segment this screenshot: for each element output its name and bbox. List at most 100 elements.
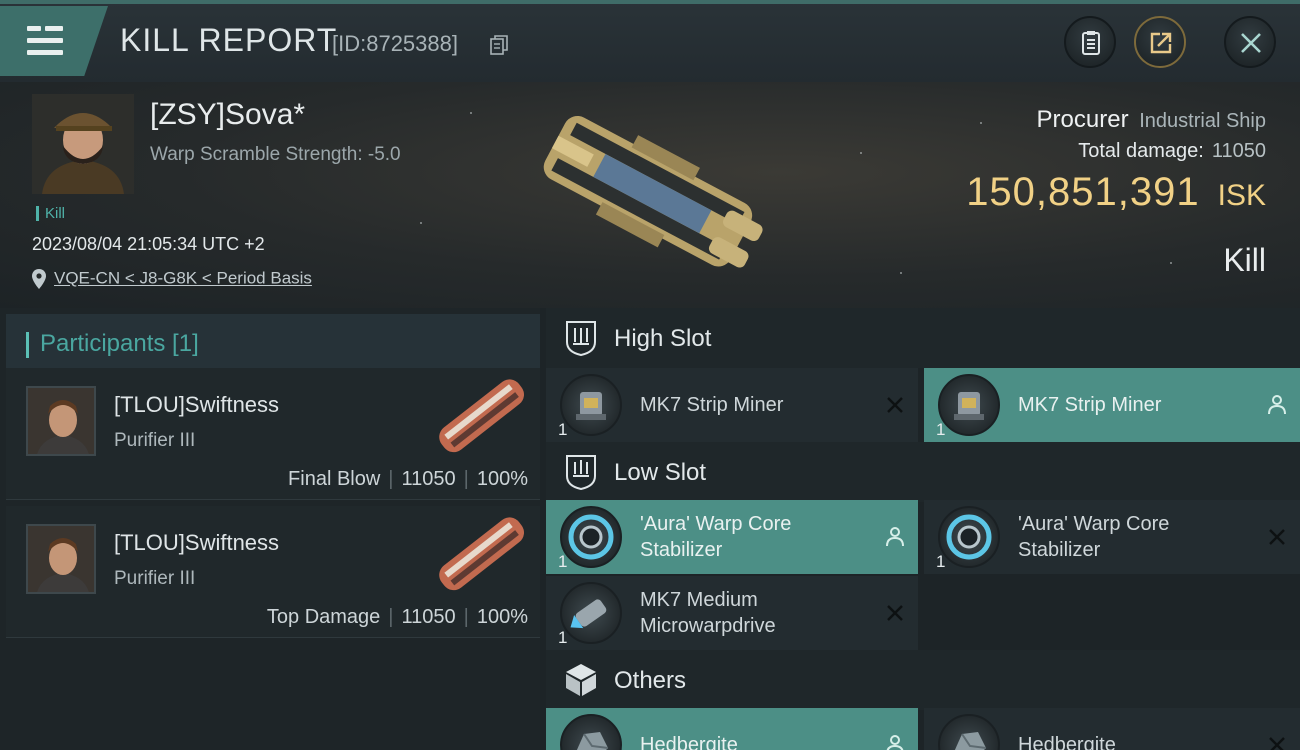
participant-avatar[interactable] (26, 524, 96, 594)
kill-tag: Kill (36, 206, 65, 221)
share-icon (1150, 32, 1172, 54)
low-slot-label: Low Slot (614, 459, 707, 486)
item-card[interactable]: 1 MK7 Medium Microwarpdrive (546, 576, 918, 650)
high-slot-label: High Slot (614, 325, 712, 352)
ship-class: Industrial Ship (1139, 110, 1266, 132)
item-quantity: 1 (558, 628, 568, 647)
destroyed-icon (1269, 529, 1285, 545)
divider: | (388, 468, 394, 490)
participant-ship-image (439, 379, 525, 453)
others-label: Others (614, 667, 687, 694)
item-name: 'Aura' Warp Core Stabilizer (1018, 511, 1169, 563)
destroyed-icon (887, 397, 903, 413)
ship-name: Procurer Industrial Ship (1037, 106, 1266, 134)
result-label: Kill (1223, 242, 1266, 278)
header-accent-line (0, 0, 1300, 4)
participant-avatar[interactable] (26, 386, 96, 456)
item-quantity: 1 (936, 420, 946, 439)
avatar (32, 94, 134, 194)
item-name: Hedbergite (1018, 734, 1116, 750)
item-card[interactable]: 1 MK7 Strip Miner (546, 368, 918, 442)
participant-stats: Final Blow | 11050 | 100% (288, 468, 528, 491)
close-button[interactable] (1224, 16, 1276, 68)
participant-ship: Purifier III (114, 430, 196, 451)
clipboard-icon (1082, 31, 1100, 55)
item-card[interactable]: Hedbergite (546, 708, 918, 750)
total-damage-value: 11050 (1211, 140, 1266, 162)
total-damage-label: Total damage: (1078, 140, 1204, 162)
participant-name[interactable]: [TLOU]Swiftness (114, 530, 279, 556)
high-slot-icon (566, 321, 596, 356)
close-icon (1241, 33, 1261, 53)
participant-percent: 100% (476, 468, 528, 490)
item-name-line: 'Aura' Warp Core (640, 513, 792, 535)
person-icon (1268, 395, 1286, 415)
item-quantity: 1 (558, 420, 568, 439)
fitting-panel: High Slot 1 MK7 Strip Miner 1 MK7 Strip … (540, 308, 1300, 750)
total-damage: Total damage: 11050 (1078, 140, 1266, 163)
report-button[interactable] (1064, 16, 1116, 68)
participant-damage: 11050 (401, 606, 456, 628)
destroyed-icon (1269, 737, 1285, 750)
participant-role: Final Blow (288, 468, 381, 490)
item-card[interactable]: 1 'Aura' Warp Core Stabilizer (546, 500, 918, 574)
participant-card[interactable]: [TLOU]Swiftness Purifier III Final Blow |… (6, 368, 540, 500)
ore-icon (938, 714, 1000, 750)
participant-stats: Top Damage | 11050 | 100% (267, 606, 528, 629)
divider: | (388, 606, 394, 628)
victim-name[interactable]: [ZSY]Sova* (150, 98, 305, 132)
victim-portrait[interactable] (32, 94, 134, 194)
isk-value: 150,851,391 (966, 170, 1200, 214)
avatar (28, 388, 94, 454)
item-name-line: 'Aura' Warp Core (1018, 513, 1170, 535)
page-title: KILL REPORT (120, 22, 338, 58)
warp-core-stabilizer-icon (938, 506, 1000, 568)
ore-icon (560, 714, 622, 750)
item-card[interactable]: Hedbergite (924, 708, 1300, 750)
participant-ship: Purifier III (114, 568, 196, 589)
section-marker (26, 332, 29, 358)
item-card[interactable]: 1 'Aura' Warp Core Stabilizer (924, 500, 1300, 574)
low-slot-header: Low Slot (546, 442, 1300, 502)
others-header: Others (546, 650, 1300, 710)
participant-damage: 11050 (401, 468, 456, 490)
warp-core-stabilizer-icon (560, 506, 622, 568)
participant-card[interactable]: [TLOU]Swiftness Purifier III Top Damage |… (6, 506, 540, 638)
header-bar: KILL REPORT [ID:8725388] (0, 0, 1300, 82)
report-id: [ID:8725388] (332, 31, 458, 56)
ship-type: Procurer (1036, 106, 1129, 133)
kill-summary: [ZSY]Sova* Warp Scramble Strength: -5.0 … (0, 82, 1300, 308)
participant-percent: 100% (476, 606, 528, 628)
item-quantity: 1 (936, 552, 946, 571)
menu-button[interactable] (0, 6, 108, 76)
kill-location[interactable]: VQE-CN < J8-G8K < Period Basis (32, 268, 312, 289)
cargo-box-icon (566, 664, 596, 696)
location-link[interactable]: VQE-CN < J8-G8K < Period Basis (54, 269, 312, 288)
participant-role: Top Damage (266, 606, 381, 628)
participant-ship-image (439, 517, 525, 591)
item-name-line: Stabilizer (1018, 539, 1101, 561)
item-name: MK7 Strip Miner (1018, 394, 1162, 416)
divider: | (463, 468, 469, 490)
strip-miner-icon (938, 374, 1000, 436)
item-name: MK7 Medium Microwarpdrive (640, 587, 776, 639)
person-icon (886, 735, 904, 750)
kill-timestamp: 2023/08/04 21:05:34 UTC +2 (32, 234, 265, 254)
low-slot-icon (566, 455, 596, 490)
participants-header: Participants [1] (6, 314, 540, 372)
item-quantity: 1 (558, 552, 568, 571)
item-name-line: Stabilizer (640, 539, 723, 561)
strip-miner-icon (560, 374, 622, 436)
destroyed-icon (887, 605, 903, 621)
high-slot-header: High Slot (546, 308, 1300, 368)
menu-icon (27, 26, 63, 56)
participant-name[interactable]: [TLOU]Swiftness (114, 392, 279, 418)
item-name: 'Aura' Warp Core Stabilizer (640, 511, 791, 563)
share-button[interactable] (1134, 16, 1186, 68)
item-card[interactable]: 1 MK7 Strip Miner (924, 368, 1300, 442)
isk-unit: ISK (1217, 179, 1266, 212)
microwarpdrive-icon (560, 582, 622, 644)
location-pin-icon (32, 268, 46, 289)
copy-icon[interactable] (490, 35, 508, 55)
victim-ship-image (543, 115, 763, 268)
